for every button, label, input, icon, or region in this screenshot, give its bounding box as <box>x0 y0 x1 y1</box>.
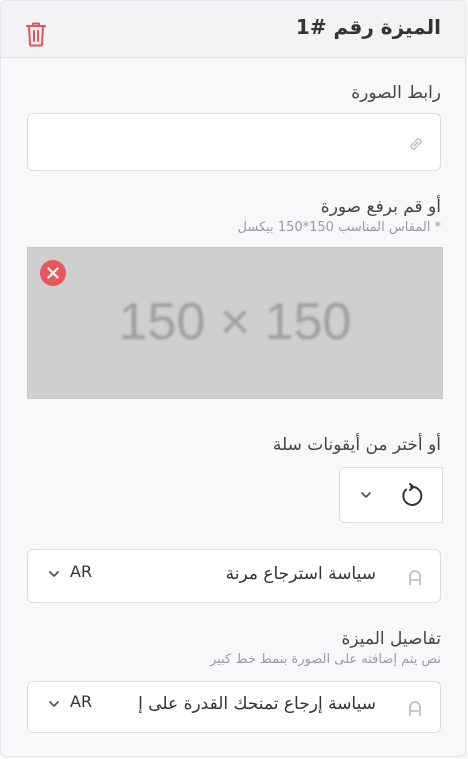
feature-details-input[interactable]: سياسة إرجاع تمنحك القدرة على إ AR <box>27 681 441 733</box>
close-icon <box>47 267 59 279</box>
image-preview[interactable]: 150 × 150 <box>27 247 443 399</box>
image-preview-size-text: 150 × 150 <box>118 293 352 351</box>
image-url-label: رابط الصورة <box>351 83 441 103</box>
image-url-input[interactable] <box>27 113 441 171</box>
feature-details-hint: نص يتم إضافته على الصورة بنمط خط كبير <box>210 652 441 667</box>
feature-card: الميزة رقم #1 رابط الصورة أو قم برفع صور… <box>0 0 466 757</box>
upload-image-label: أو قم برفع صورة <box>320 197 441 217</box>
feature-details-value: سياسة إرجاع تمنحك القدرة على إ <box>138 694 376 714</box>
card-header: الميزة رقم #1 <box>1 1 465 58</box>
delete-feature-button[interactable] <box>25 21 47 47</box>
chevron-down-icon[interactable] <box>48 570 60 578</box>
language-selector-label[interactable]: AR <box>70 562 92 581</box>
card-title: الميزة رقم #1 <box>295 15 441 39</box>
translate-icon <box>409 701 421 716</box>
link-icon <box>410 138 422 150</box>
translate-icon <box>409 570 421 585</box>
trash-icon <box>26 22 46 47</box>
feature-title-value: سياسة استرجاع مرنة <box>225 564 376 584</box>
chevron-down-icon[interactable] <box>48 700 60 708</box>
refresh-icon <box>402 483 423 506</box>
icon-picker-select[interactable] <box>339 467 443 523</box>
chevron-down-icon <box>361 492 371 498</box>
feature-details-label: تفاصيل الميزة <box>341 629 441 649</box>
feature-title-input[interactable]: سياسة استرجاع مرنة AR <box>27 549 441 603</box>
icon-select-label: أو أختر من أيقونات سلة <box>272 435 441 455</box>
upload-size-hint: * المقاس المناسب 150*150 بيكسل <box>237 220 441 235</box>
remove-image-button[interactable] <box>40 260 66 286</box>
language-selector-label[interactable]: AR <box>70 692 92 711</box>
